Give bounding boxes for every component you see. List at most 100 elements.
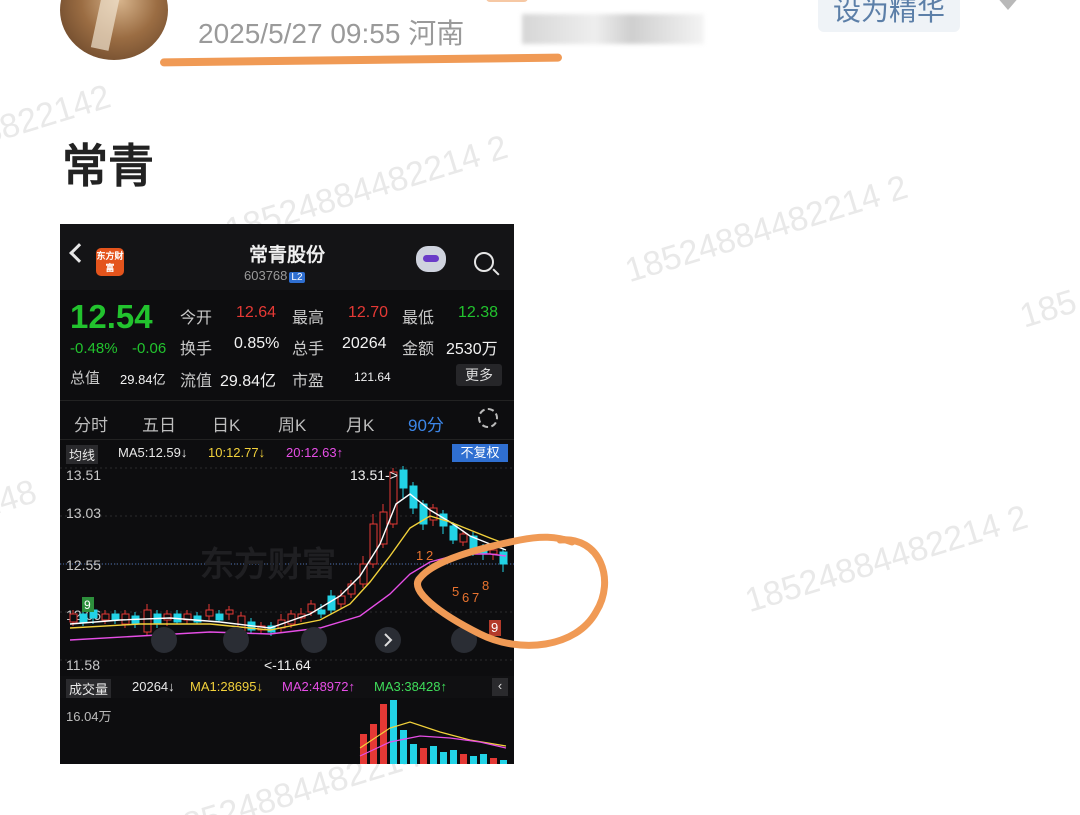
candle-body — [143, 609, 152, 633]
ma-selector[interactable]: 均线 — [66, 445, 99, 464]
candle-body — [449, 525, 458, 541]
ma20-value: 20:12.63↑ — [286, 445, 344, 460]
watermark-text: 185 — [1015, 282, 1080, 336]
volume-bar — [460, 754, 467, 764]
candle-body — [225, 609, 234, 615]
fullscreen-icon[interactable] — [451, 627, 477, 653]
tab-daily-k[interactable]: 日K — [212, 411, 240, 436]
td-count-mid: 1 2 — [416, 548, 433, 563]
vol-ma3-value: MA3:38428↑ — [374, 679, 447, 694]
settings-gear-icon[interactable] — [478, 408, 498, 428]
volume-indicator-bar: 成交量 20264↓ MA1:28695↓ MA2:48972↑ MA3:384… — [60, 676, 514, 698]
pe-value: 121.64 — [354, 370, 391, 384]
search-icon[interactable] — [474, 252, 494, 272]
svg-text:9: 9 — [84, 598, 91, 612]
vol-ma1-value: MA1:28695↓ — [190, 679, 263, 694]
volume-label: 总手 — [292, 341, 325, 358]
ma-indicator-bar: 均线 MA5:12.59↓ 10:12.77↓ 20:12.63↑ — [60, 442, 514, 464]
candle-body — [205, 609, 214, 617]
watermark-text: 248 — [0, 472, 41, 526]
volume-selector[interactable]: 成交量 — [66, 679, 112, 698]
svg-text:6: 6 — [462, 590, 469, 605]
td-count-left: 9 — [82, 597, 94, 612]
chart-nav-buttons — [151, 627, 477, 653]
volume-bar — [360, 734, 367, 764]
volume-bar — [430, 746, 437, 764]
candle-body — [307, 603, 316, 613]
volume-bar — [480, 754, 487, 764]
amount-value: 2530万 — [446, 341, 498, 358]
volume-bar — [410, 744, 417, 764]
high-label: 最高 — [292, 310, 325, 327]
ma5-value: MA5:12.59↓ — [118, 445, 188, 460]
robot-assistant-icon[interactable] — [416, 246, 446, 272]
volume-value: 20264↓ — [132, 679, 175, 694]
candle-body — [163, 613, 172, 621]
change-amount: -0.06 — [132, 340, 167, 357]
current-price: 12.54 — [70, 298, 153, 335]
candle-body — [479, 547, 488, 555]
post-meta: 2025/5/27 09:55 河南 — [198, 18, 465, 49]
float-label: 流值 — [180, 373, 213, 390]
svg-text:8: 8 — [482, 578, 489, 593]
svg-text:2: 2 — [426, 548, 433, 563]
volume-chart — [359, 700, 507, 764]
chevron-down-icon[interactable] — [996, 0, 1020, 10]
volume-bar — [500, 760, 507, 764]
candle-body — [317, 609, 326, 615]
kline-chart[interactable]: 东方财富 13.51 13.03 12.55 12.06 11.58 13.51… — [60, 464, 514, 676]
pe-label: 市盈 — [292, 373, 325, 390]
highlight-underline — [159, 53, 563, 67]
svg-text:7: 7 — [472, 590, 479, 605]
nav-left-icon[interactable] — [151, 627, 177, 653]
tab-90-minute[interactable]: 90分 — [408, 411, 444, 436]
candle-body — [215, 613, 224, 621]
blurred-username — [522, 14, 704, 44]
turnover-label: 换手 — [180, 341, 213, 358]
more-button[interactable]: 更多 — [456, 364, 502, 386]
candle-body — [79, 613, 88, 623]
tab-five-day[interactable]: 五日 — [142, 411, 176, 436]
volume-bar — [400, 730, 407, 764]
td-count-right: 5 6 7 8 9 — [452, 578, 501, 636]
level2-badge[interactable]: L2 — [289, 272, 305, 283]
adjust-toggle[interactable]: 不复权 — [452, 444, 508, 462]
open-value: 12.64 — [236, 304, 277, 321]
watermark-text: 18524884482214 2 — [620, 168, 913, 291]
nav-right-icon[interactable] — [375, 627, 401, 653]
low-annotation: <-11.64 — [264, 657, 311, 673]
tab-weekly-k[interactable]: 周K — [278, 411, 306, 436]
zoom-in-icon[interactable] — [301, 627, 327, 653]
candle-body — [111, 613, 120, 621]
stock-code: 603768 — [244, 268, 288, 283]
amount-label: 金额 — [402, 341, 435, 358]
mktcap-label: 总值 — [70, 370, 101, 387]
svg-text:1: 1 — [416, 548, 423, 563]
float-value: 29.84亿 — [220, 373, 277, 390]
turnover-value: 0.85% — [234, 335, 280, 352]
stock-screenshot[interactable]: 东方财富 常青股份 603768 L2 12.54 -0.48% -0.06 今开… — [60, 224, 514, 764]
candle-body — [459, 533, 468, 543]
volume-bar — [490, 758, 497, 764]
volume-value: 20264 — [342, 335, 387, 352]
vol-ma2-value: MA2:48972↑ — [282, 679, 355, 694]
volume-bar — [370, 724, 377, 764]
collapse-chevron-icon[interactable]: ‹ — [492, 678, 508, 696]
candle-body — [101, 613, 110, 621]
volume-bar — [440, 752, 447, 764]
high-annotation: 13.51-> — [350, 467, 398, 483]
chart-watermark: 东方财富 — [200, 545, 336, 584]
user-avatar[interactable] — [60, 0, 168, 60]
tab-minute[interactable]: 分时 — [74, 411, 108, 436]
period-tabs: 分时 五日 日K 周K 月K 90分 — [60, 400, 514, 440]
zoom-out-icon[interactable] — [223, 627, 249, 653]
change-percent: -0.48% — [70, 340, 118, 357]
tab-monthly-k[interactable]: 月K — [346, 411, 374, 436]
set-featured-button[interactable]: 设为精华 — [818, 0, 960, 32]
price-tick: 12.55 — [66, 557, 101, 573]
ma10-value: 10:12.77↓ — [208, 445, 266, 460]
low-label: 最低 — [402, 310, 435, 327]
price-tick: 13.51 — [66, 467, 101, 483]
candle-body — [499, 551, 508, 565]
low-value: 12.38 — [458, 304, 499, 321]
